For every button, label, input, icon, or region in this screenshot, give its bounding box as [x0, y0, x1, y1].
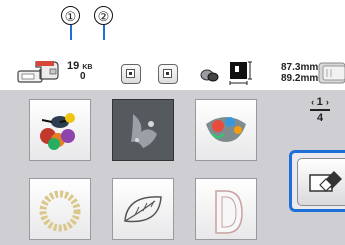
wreath-pattern-icon [39, 190, 81, 232]
pattern-select-button[interactable] [121, 64, 141, 84]
pattern-tile-dark-floral[interactable] [112, 99, 174, 161]
page-total: 4 [316, 111, 324, 124]
eraser-icon [309, 171, 342, 192]
dark-floral-pattern-icon [131, 114, 157, 148]
embroidery-frame-icon [318, 62, 345, 84]
sewing-machine-icon [17, 61, 59, 83]
pattern-height: 89.2mm [281, 73, 319, 84]
memory-count: 0 [80, 71, 86, 82]
leaf-pattern-icon [124, 196, 162, 223]
page-indicator: ‹ 1 › 4 [300, 96, 340, 136]
heart-floral-pattern-icon [206, 117, 246, 142]
pattern-tile-heart-floral[interactable] [195, 99, 257, 161]
delete-button[interactable] [297, 158, 345, 206]
memory-unit: KB [82, 64, 93, 71]
pattern-square-icon [126, 69, 135, 78]
page-divider [310, 109, 330, 111]
thread-spool-icon [200, 69, 219, 82]
pattern-tile-bee-flowers[interactable] [29, 99, 91, 161]
bee-flower-pattern-icon [40, 113, 75, 150]
letter-d-pattern-icon [215, 190, 243, 234]
delete-button-highlight [289, 150, 345, 212]
pattern-size-icon [229, 61, 252, 85]
pattern-square-icon-2 [163, 69, 172, 78]
pattern-width: 87.3mm [281, 62, 319, 73]
callout-1: ① [61, 6, 80, 25]
pattern-tile-wreath[interactable] [29, 178, 91, 240]
pattern-alt-button[interactable] [158, 64, 178, 84]
page-current: 1 [316, 96, 323, 108]
pattern-tile-leaf[interactable] [112, 178, 174, 240]
memory-value: 19 [67, 60, 80, 72]
pattern-tile-letter[interactable] [195, 178, 257, 240]
pager-next-icon[interactable]: › [326, 97, 329, 107]
callout-2: ② [94, 6, 113, 25]
pattern-size: 87.3mm 89.2mm [281, 62, 318, 84]
